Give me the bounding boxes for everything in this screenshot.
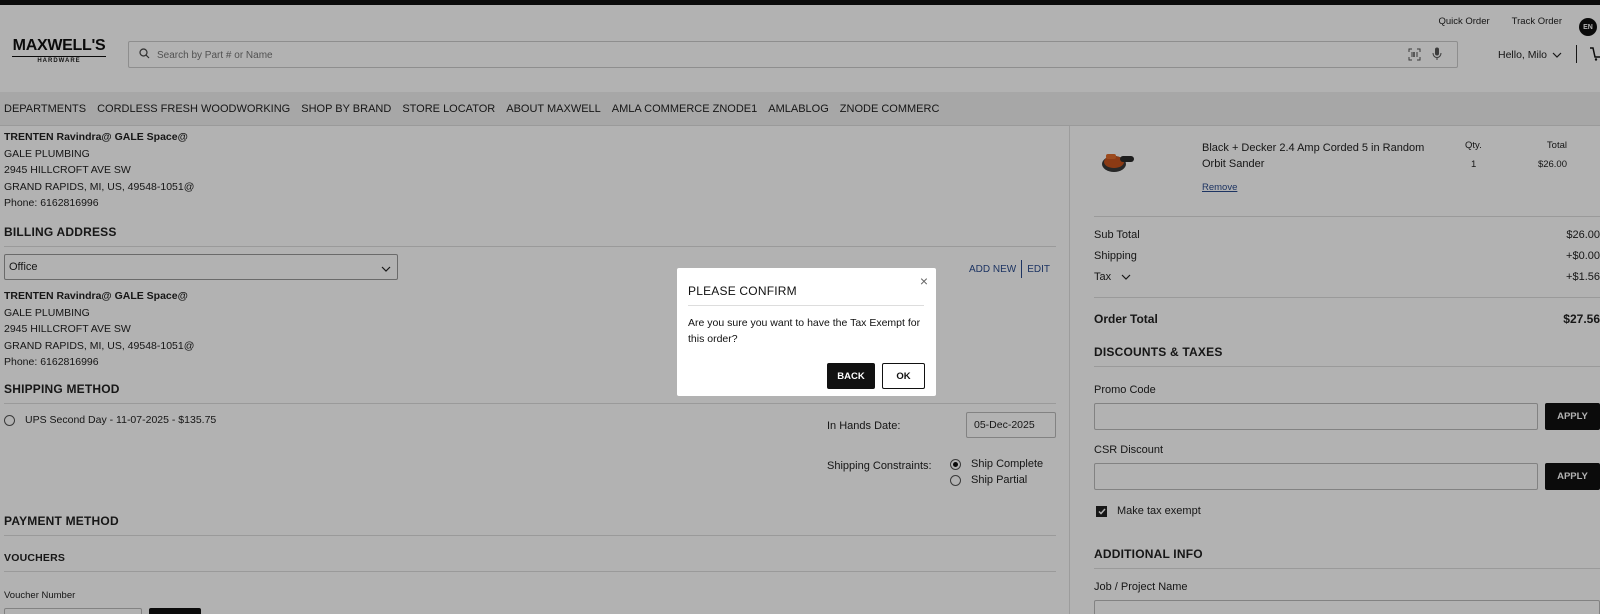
dialog-message: Are you sure you want to have the Tax Ex… [688, 317, 921, 345]
ok-button[interactable]: OK [882, 363, 925, 389]
close-icon[interactable]: × [920, 273, 928, 289]
back-button[interactable]: BACK [827, 363, 875, 389]
confirm-dialog: × PLEASE CONFIRM Are you sure you want t… [677, 268, 936, 396]
dialog-title: PLEASE CONFIRM [688, 284, 797, 298]
dialog-divider [688, 305, 924, 306]
